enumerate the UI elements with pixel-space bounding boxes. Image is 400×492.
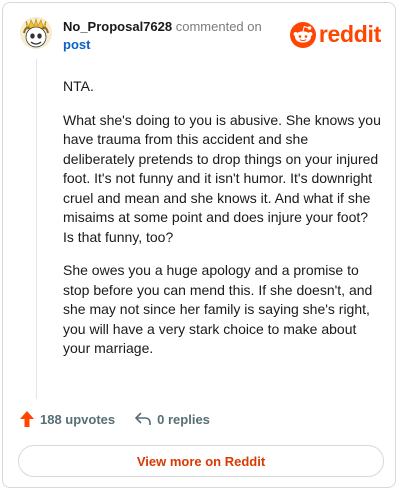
username-link[interactable]: No_Proposal7628 <box>63 19 172 34</box>
comment-paragraph: What she's doing to you is abusive. She … <box>63 111 381 245</box>
thread-line <box>36 59 37 399</box>
user-avatar-icon <box>20 17 52 49</box>
post-link[interactable]: post <box>63 37 262 53</box>
upvote-count: 188 upvotes <box>40 411 116 427</box>
reply-count: 0 replies <box>157 411 210 427</box>
comment-meta: No_Proposal7628 commented on post <box>63 19 262 53</box>
comment-paragraph: NTA. <box>63 78 94 94</box>
avatar[interactable] <box>20 17 52 49</box>
reddit-snoo-icon <box>289 21 316 48</box>
upvote-arrow-icon <box>20 411 34 427</box>
view-more-button[interactable]: View more on Reddit <box>18 445 384 477</box>
comment-body: NTA. What she's doing to you is abusive.… <box>63 77 381 373</box>
reply-button[interactable]: 0 replies <box>135 412 210 427</box>
reddit-wordmark: reddit <box>318 21 381 47</box>
reddit-logo[interactable]: reddit <box>289 21 381 48</box>
comment-card: No_Proposal7628 commented on post reddit… <box>2 2 396 488</box>
upvote-button[interactable]: 188 upvotes <box>20 411 115 427</box>
comment-actions: 188 upvotes 0 replies <box>20 411 230 427</box>
comment-paragraph: She owes you a huge apology and a promis… <box>63 262 373 356</box>
reply-arrow-icon <box>135 412 151 425</box>
action-text: commented on <box>175 19 262 34</box>
